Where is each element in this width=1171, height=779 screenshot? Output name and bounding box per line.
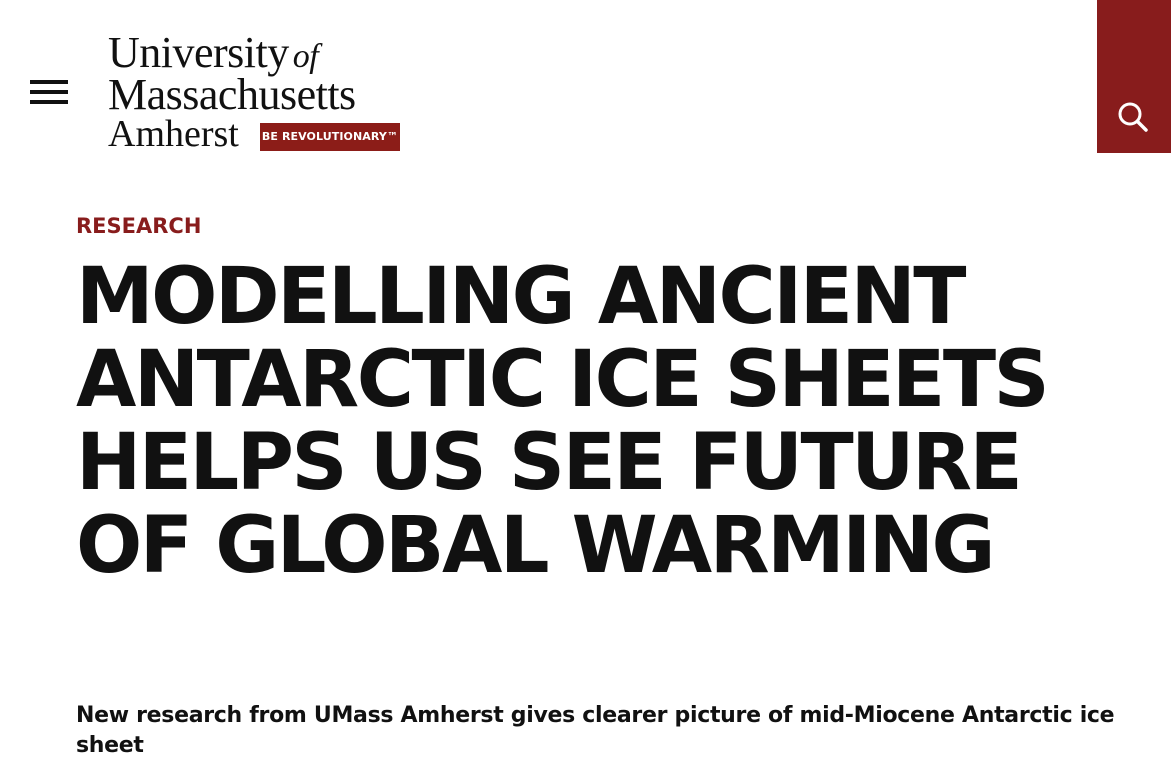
site-header: University of Massachusetts Amherst BE RE… xyxy=(0,0,1171,155)
article-headline: MODELLING ANCIENT ANTARCTIC ICE SHEETS H… xyxy=(76,252,1050,591)
search-button[interactable] xyxy=(1097,0,1171,153)
article-subhead: New research from UMass Amherst gives cl… xyxy=(76,703,1115,758)
logo-massachusetts-text: Massachusetts xyxy=(108,70,356,119)
search-icon xyxy=(1118,102,1148,132)
hamburger-menu-icon xyxy=(30,80,68,84)
menu-button[interactable] xyxy=(30,78,68,108)
umass-amherst-logo[interactable]: University of Massachusetts Amherst BE RE… xyxy=(108,30,408,155)
category-label[interactable]: RESEARCH xyxy=(76,214,201,238)
tagline-badge: BE REVOLUTIONARY™ xyxy=(260,123,400,151)
logo-amherst-text: Amherst xyxy=(108,113,239,155)
